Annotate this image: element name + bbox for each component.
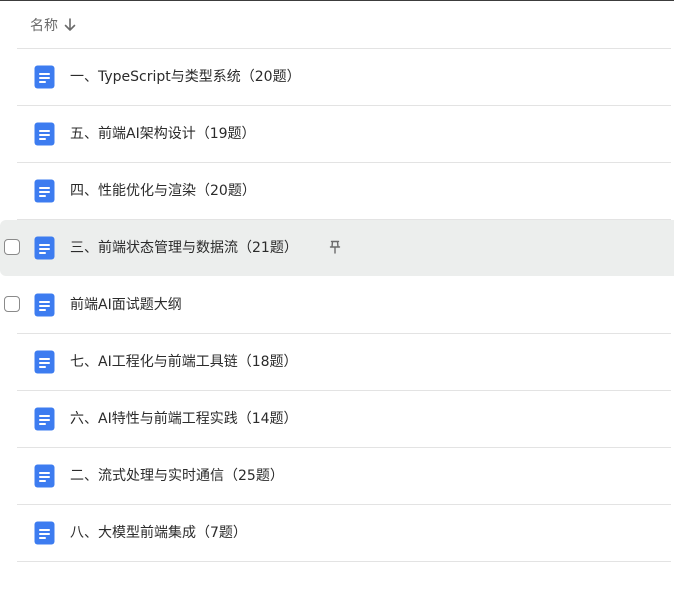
row-content: 六、AI特性与前端工程实践（14题） <box>17 391 671 448</box>
document-title[interactable]: 一、TypeScript与类型系统（20题） <box>70 49 301 105</box>
list-item[interactable]: 七、AI工程化与前端工具链（18题） <box>0 334 674 391</box>
document-title[interactable]: 六、AI特性与前端工程实践（14题） <box>70 391 298 447</box>
row-content: 二、流式处理与实时通信（25题） <box>17 448 671 505</box>
document-icon <box>34 407 55 431</box>
document-icon <box>34 122 55 146</box>
document-icon <box>34 464 55 488</box>
document-title[interactable]: 二、流式处理与实时通信（25题） <box>70 448 284 504</box>
name-column-header[interactable]: 名称 <box>30 15 76 35</box>
list-item[interactable]: 三、前端状态管理与数据流（21题） <box>0 220 674 277</box>
pin-icon[interactable] <box>327 239 343 255</box>
row-content: 五、前端AI架构设计（19题） <box>17 106 671 163</box>
document-title[interactable]: 三、前端状态管理与数据流（21题） <box>70 220 298 276</box>
document-icon <box>34 293 55 317</box>
list-item[interactable]: 四、性能优化与渲染（20题） <box>0 163 674 220</box>
row-content: 前端AI面试题大纲 <box>17 277 671 334</box>
arrow-down-icon[interactable] <box>64 17 76 32</box>
list-header: 名称 <box>17 1 671 49</box>
list-item[interactable]: 二、流式处理与实时通信（25题） <box>0 448 674 505</box>
row-content: 八、大模型前端集成（7题） <box>17 505 671 562</box>
document-icon <box>34 521 55 545</box>
row-content: 四、性能优化与渲染（20题） <box>17 163 671 220</box>
row-content: 七、AI工程化与前端工具链（18题） <box>17 334 671 391</box>
document-icon <box>34 350 55 374</box>
document-icon <box>34 236 55 260</box>
document-icon <box>34 65 55 89</box>
row-content: 三、前端状态管理与数据流（21题） <box>17 220 671 277</box>
file-list: 名称 一、TypeScript与类型系统（20题） 五、前端AI架构设计（19题）… <box>0 1 674 562</box>
document-title[interactable]: 五、前端AI架构设计（19题） <box>70 106 256 162</box>
document-title[interactable]: 前端AI面试题大纲 <box>70 277 182 333</box>
list-item[interactable]: 六、AI特性与前端工程实践（14题） <box>0 391 674 448</box>
document-title[interactable]: 四、性能优化与渲染（20题） <box>70 163 256 219</box>
list-item[interactable]: 一、TypeScript与类型系统（20题） <box>0 49 674 106</box>
list-item[interactable]: 前端AI面试题大纲 <box>0 277 674 334</box>
document-title[interactable]: 八、大模型前端集成（7题） <box>70 505 247 561</box>
document-icon <box>34 179 55 203</box>
list-item[interactable]: 八、大模型前端集成（7题） <box>0 505 674 562</box>
list-item[interactable]: 五、前端AI架构设计（19题） <box>0 106 674 163</box>
name-column-label: 名称 <box>30 17 58 34</box>
row-content: 一、TypeScript与类型系统（20题） <box>17 49 671 106</box>
document-title[interactable]: 七、AI工程化与前端工具链（18题） <box>70 334 298 390</box>
